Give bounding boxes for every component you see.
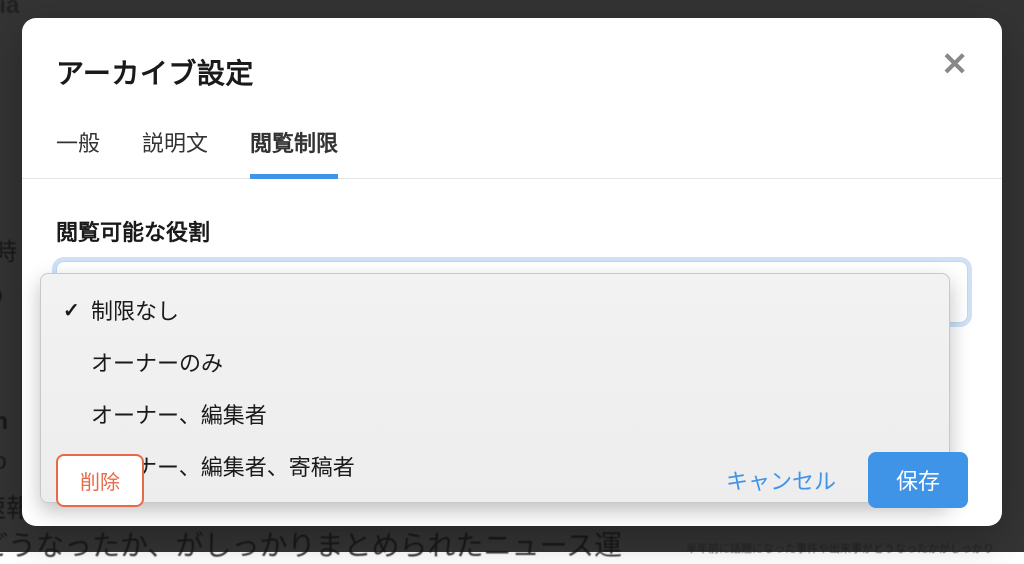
modal-footer: 削除 キャンセル 保存 (56, 452, 968, 508)
save-button[interactable]: 保存 (868, 452, 968, 508)
access-section: 閲覧可能な役割 ✓ 制限なし オーナーのみ オーナー、編集者 オーナー (22, 179, 1002, 323)
close-icon[interactable]: ✕ (941, 48, 968, 80)
check-icon: ✓ (63, 298, 83, 323)
footer-right: キャンセル 保存 (712, 452, 968, 508)
roles-select-wrap: ✓ 制限なし オーナーのみ オーナー、編集者 オーナー、編集者、寄稿者 (56, 261, 968, 323)
modal-header: アーカイブ設定 ✕ (22, 52, 1002, 92)
option-label: 制限なし (91, 294, 179, 326)
tab-access-restriction[interactable]: 閲覧制限 (250, 126, 338, 179)
archive-settings-modal: アーカイブ設定 ✕ 一般 説明文 閲覧制限 閲覧可能な役割 ✓ 制限なし オーナ… (22, 18, 1002, 526)
option-owner-editor[interactable]: オーナー、編集者 (41, 388, 949, 440)
modal-title: アーカイブ設定 (56, 52, 254, 92)
tab-description[interactable]: 説明文 (142, 126, 208, 179)
cancel-button[interactable]: キャンセル (712, 454, 850, 506)
delete-button[interactable]: 削除 (56, 454, 144, 507)
roles-label: 閲覧可能な役割 (56, 215, 968, 247)
option-label: オーナー、編集者 (91, 398, 267, 430)
tab-general[interactable]: 一般 (56, 126, 100, 179)
option-no-restriction[interactable]: ✓ 制限なし (41, 284, 949, 336)
option-label: オーナーのみ (91, 346, 223, 378)
option-owner-only[interactable]: オーナーのみ (41, 336, 949, 388)
tab-bar: 一般 説明文 閲覧制限 (22, 126, 1002, 179)
